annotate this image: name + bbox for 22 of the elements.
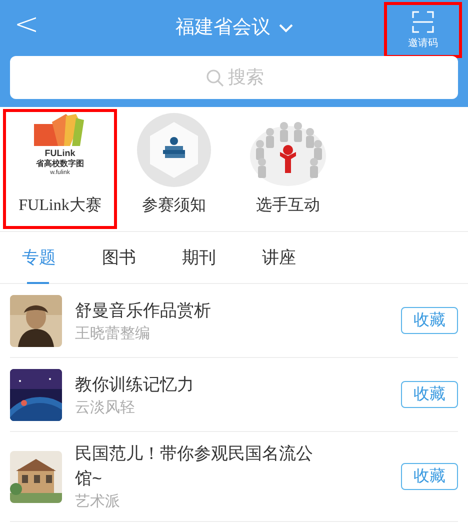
item-title: 教你训练记忆力: [75, 374, 195, 396]
item-title: 舒曼音乐作品赏析: [75, 300, 212, 322]
category-tab[interactable]: 专题: [12, 232, 92, 284]
title-dropdown[interactable]: 福建省会议: [176, 14, 292, 42]
category-tab[interactable]: 图书: [92, 232, 172, 284]
item-title: 民国范儿！带你参观民国名流公馆~: [75, 443, 314, 490]
scan-icon: [412, 11, 434, 33]
books-apple-icon: [136, 112, 212, 188]
category-tab[interactable]: 讲座: [252, 232, 332, 284]
shortcut-button[interactable]: 选手互动: [231, 109, 345, 229]
favorite-button[interactable]: 收藏: [401, 463, 458, 490]
search-field[interactable]: 搜索: [10, 56, 458, 99]
back-button[interactable]: <: [14, 10, 40, 40]
favorite-button[interactable]: 收藏: [401, 307, 458, 334]
item-author: 王晓蕾整编: [75, 324, 151, 344]
search-icon: [206, 69, 224, 87]
item-author: 云淡风轻: [75, 398, 136, 418]
category-tab[interactable]: 期刊: [172, 232, 252, 284]
shortcut-button[interactable]: 参赛须知: [117, 109, 231, 229]
favorite-button[interactable]: 收藏: [401, 381, 458, 408]
item-author: 艺术派: [75, 492, 121, 512]
chevron-down-icon: [278, 24, 292, 32]
